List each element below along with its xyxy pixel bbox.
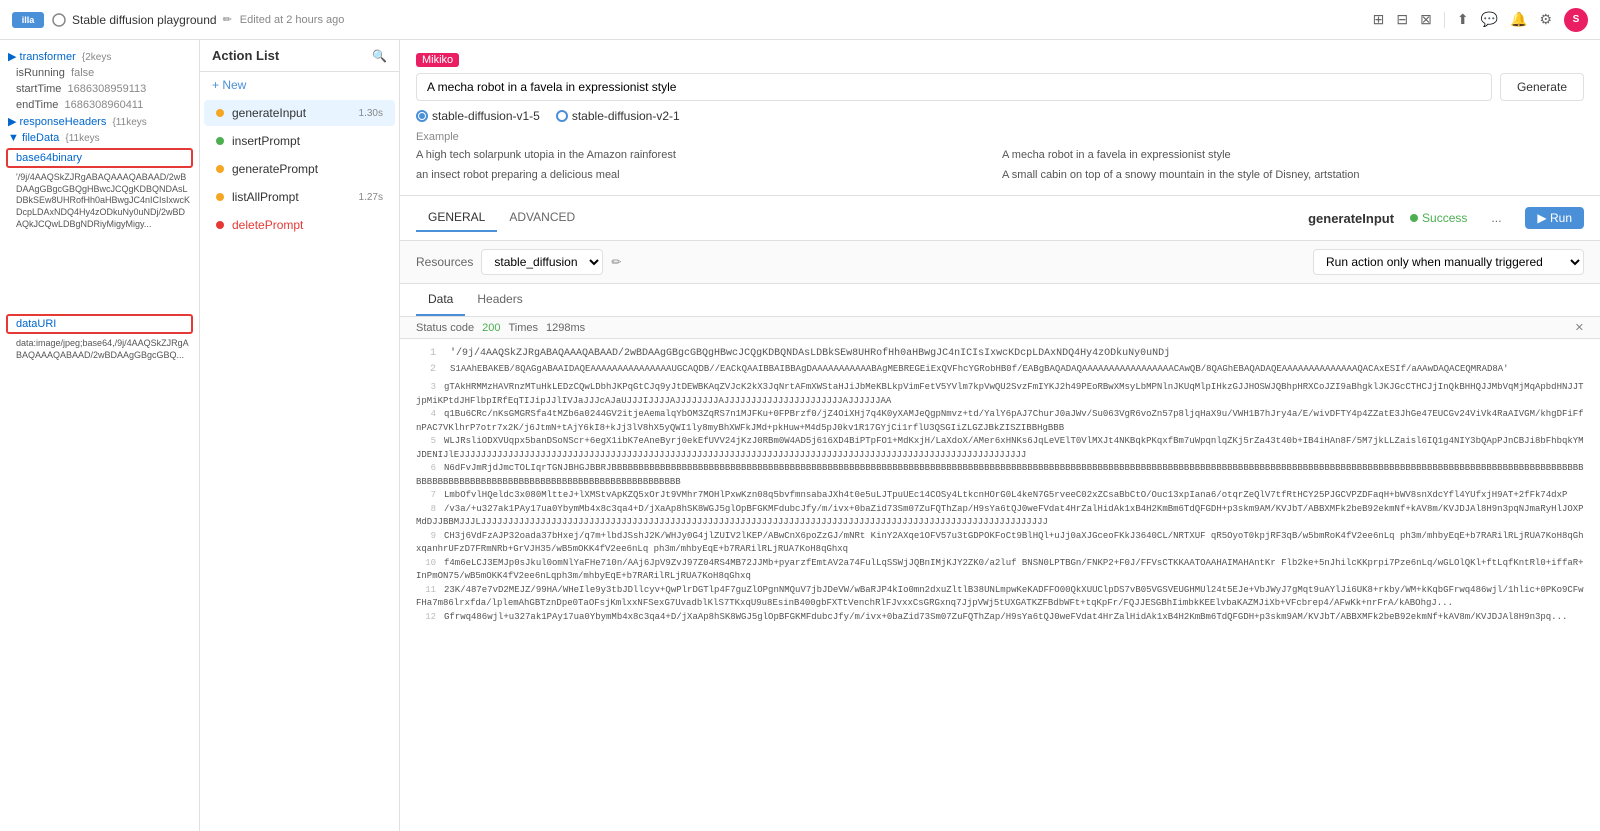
trigger-select[interactable]: Run action only when manually triggered …	[1313, 249, 1584, 275]
status-bar: Status code 200 Times 1298ms ✕	[400, 317, 1600, 339]
action-dot	[216, 193, 224, 201]
main-layout: ▶ transformer {2keys isRunning false sta…	[0, 40, 1600, 831]
run-button[interactable]: ▶ Run	[1525, 207, 1584, 229]
resource-edit-icon[interactable]: ✏	[611, 255, 621, 269]
bell-icon[interactable]: 🔔	[1510, 11, 1527, 28]
response-headers-key[interactable]: ▶ responseHeaders {11keys	[0, 113, 199, 130]
radio-v1-5[interactable]: stable-diffusion-v1-5	[416, 109, 540, 123]
action-item-list-all-prompt[interactable]: listAllPrompt 1.27s	[204, 184, 395, 210]
generate-input[interactable]	[416, 73, 1492, 101]
data-lines-rest: 3gTAkHRMMzHAVRnzMTuHkLEDzCQwLDbhJKPqGtCJ…	[416, 381, 1584, 624]
toolbar-icons: ⊞ ⊟ ⊠ ⬆ 💬 🔔 ⚙ S	[1373, 8, 1588, 32]
transformer-key[interactable]: ▶ transformer {2keys	[0, 48, 199, 65]
datauri-value: data:image/jpeg;base64,/9j/4AAQSkZJRgABA…	[0, 336, 199, 363]
radio-group: stable-diffusion-v1-5 stable-diffusion-v…	[416, 109, 1584, 123]
action-list-header: Action List 🔍	[200, 40, 399, 72]
edit-icon[interactable]: ✏	[223, 13, 232, 26]
generate-row: Generate	[416, 73, 1584, 101]
action-list: generateInput 1.30s insertPrompt generat…	[200, 98, 399, 831]
data-header-tabs: Data Headers	[400, 284, 1600, 317]
radio-dot-v1-5	[416, 110, 428, 122]
tab-headers[interactable]: Headers	[465, 284, 534, 316]
data-line-1: 1 '/9j/4AAQSkZJRgABAQAAAQABAAD/2wBDAAgGB…	[416, 347, 1584, 361]
action-dot	[216, 137, 224, 145]
base64-value: '/9j/4AAQSkZJRgABAQAAAQABAAD/2wBDAAgGBgc…	[0, 170, 199, 232]
tab-data[interactable]: Data	[416, 284, 465, 316]
action-detail-header: GENERAL ADVANCED generateInput Success .…	[400, 196, 1600, 241]
edit-time: Edited at 2 hours ago	[240, 14, 345, 26]
example-item-1: A mecha robot in a favela in expressioni…	[1002, 147, 1584, 163]
topbar: illa Stable diffusion playground ✏ Edite…	[0, 0, 1600, 40]
mikiko-tag: Mikiko	[416, 53, 459, 67]
action-item-delete-prompt[interactable]: deletePrompt	[204, 212, 395, 238]
example-label: Example	[416, 131, 1584, 143]
datauri-highlight: dataURI	[6, 314, 193, 334]
comment-icon[interactable]: 💬	[1481, 11, 1498, 28]
action-item-generate-input[interactable]: generateInput 1.30s	[204, 100, 395, 126]
layout-icon-2[interactable]: ⊟	[1396, 11, 1408, 28]
datauri-key[interactable]: dataURI	[8, 316, 191, 332]
times-label: Times	[508, 322, 538, 334]
base64binary-key[interactable]: base64binary	[8, 150, 191, 166]
end-time-item: endTime 1686308960411	[0, 97, 199, 113]
right-area: Mikiko Generate stable-diffusion-v1-5 st…	[400, 40, 1600, 831]
app-title: Stable diffusion playground	[72, 13, 217, 27]
status-close-icon[interactable]: ✕	[1575, 321, 1584, 334]
status-badge: Success	[1410, 211, 1467, 225]
example-item-3: A small cabin on top of a snowy mountain…	[1002, 167, 1584, 183]
action-dot	[216, 109, 224, 117]
action-name: insertPrompt	[232, 134, 383, 148]
layout-icon-1[interactable]: ⊞	[1373, 11, 1385, 28]
action-name: deletePrompt	[232, 218, 383, 232]
action-dot	[216, 221, 224, 229]
start-time-item: startTime 1686308959113	[0, 81, 199, 97]
new-action-button[interactable]: + New	[200, 72, 399, 98]
status-code-label: Status code	[416, 322, 474, 334]
action-time: 1.27s	[359, 192, 383, 203]
logo: illa	[12, 12, 44, 28]
examples-grid: A high tech solarpunk utopia in the Amaz…	[416, 147, 1584, 183]
stable-diffusion-icon	[52, 13, 66, 27]
search-icon[interactable]: 🔍	[372, 49, 387, 63]
example-item-0: A high tech solarpunk utopia in the Amaz…	[416, 147, 998, 163]
action-item-generate-prompt[interactable]: generatePrompt	[204, 156, 395, 182]
settings-icon[interactable]: ⚙	[1539, 11, 1552, 28]
radio-v2-1[interactable]: stable-diffusion-v2-1	[556, 109, 680, 123]
file-data-key[interactable]: ▼ fileData {11keys	[0, 130, 199, 146]
action-dot	[216, 165, 224, 173]
data-line-2: 2 S1AAhEBAKEB/8QAGgABAAIDAQEAAAAAAAAAAAA…	[416, 363, 1584, 377]
action-list-title: Action List	[212, 48, 279, 63]
action-detail-title: generateInput	[1308, 211, 1394, 226]
action-item-insert-prompt[interactable]: insertPrompt	[204, 128, 395, 154]
resource-select[interactable]: stable_diffusion	[481, 249, 603, 275]
avatar[interactable]: S	[1564, 8, 1588, 32]
layout-icon-3[interactable]: ⊠	[1420, 11, 1432, 28]
more-button[interactable]: ...	[1483, 207, 1509, 229]
generate-section: Mikiko Generate stable-diffusion-v1-5 st…	[400, 40, 1600, 196]
tab-general[interactable]: GENERAL	[416, 204, 497, 232]
tab-advanced[interactable]: ADVANCED	[497, 204, 587, 232]
example-item-2: an insect robot preparing a delicious me…	[416, 167, 998, 183]
share-icon[interactable]: ⬆	[1457, 11, 1469, 28]
action-list-panel: Action List 🔍 + New generateInput 1.30s …	[200, 40, 400, 831]
generate-button[interactable]: Generate	[1500, 73, 1584, 101]
action-config: Resources stable_diffusion ✏ Run action …	[400, 241, 1600, 284]
data-tree-panel: ▶ transformer {2keys isRunning false sta…	[0, 40, 200, 831]
base64binary-highlight: base64binary	[6, 148, 193, 168]
times-value: 1298ms	[546, 322, 585, 334]
detail-tabs: GENERAL ADVANCED	[416, 204, 587, 232]
action-time: 1.30s	[359, 108, 383, 119]
action-name: listAllPrompt	[232, 190, 359, 204]
data-content: 1 '/9j/4AAQSkZJRgABAQAAAQABAAD/2wBDAAgGB…	[400, 339, 1600, 831]
resource-label: Resources	[416, 255, 473, 269]
status-code-value: 200	[482, 322, 500, 334]
action-name: generatePrompt	[232, 162, 383, 176]
radio-dot-v2-1	[556, 110, 568, 122]
action-name: generateInput	[232, 106, 359, 120]
status-dot	[1410, 214, 1418, 222]
is-running-item: isRunning false	[0, 65, 199, 81]
